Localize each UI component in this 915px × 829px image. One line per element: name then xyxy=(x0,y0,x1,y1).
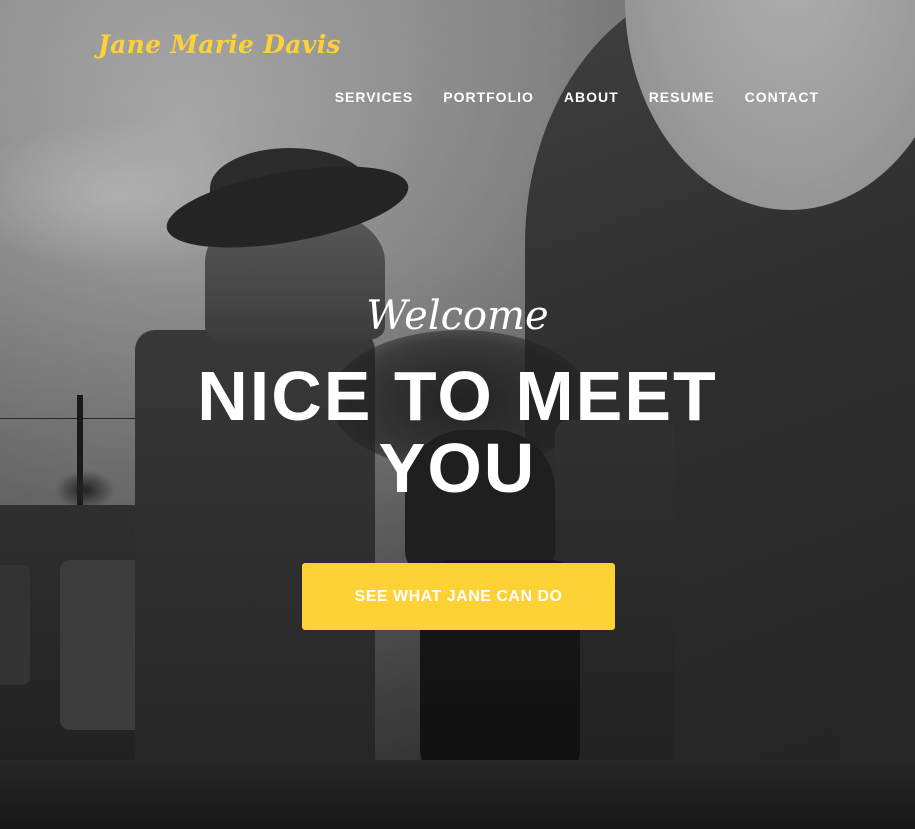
nav-link-contact[interactable]: CONTACT xyxy=(745,89,819,105)
nav-link-about[interactable]: ABOUT xyxy=(564,89,619,105)
hero-lead-in: Welcome xyxy=(366,293,549,339)
cta-button[interactable]: SEE WHAT JANE CAN DO xyxy=(302,563,615,630)
hero-heading: NICE TO MEET YOU xyxy=(197,357,718,507)
hero-intro: Welcome NICE TO MEET YOU xyxy=(0,290,915,504)
nav-link-services[interactable]: SERVICES xyxy=(335,89,414,105)
nav-link-resume[interactable]: RESUME xyxy=(649,89,715,105)
brand-logo-link[interactable]: Jane Marie Davis xyxy=(98,30,341,59)
main-nav: SERVICES PORTFOLIO ABOUT RESUME CONTACT xyxy=(335,89,819,105)
hero-section: Jane Marie Davis SERVICES PORTFOLIO ABOU… xyxy=(0,0,915,829)
nav-link-portfolio[interactable]: PORTFOLIO xyxy=(443,89,534,105)
